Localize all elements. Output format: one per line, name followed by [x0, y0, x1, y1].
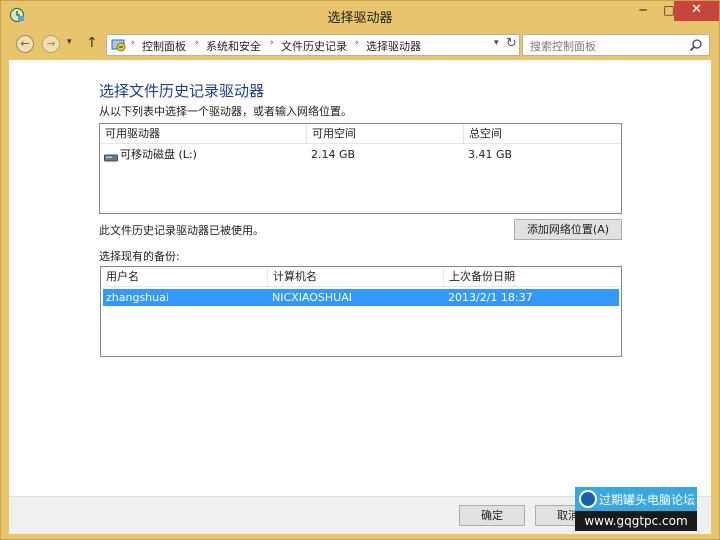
- search-input[interactable]: 搜索控制面板: [522, 34, 710, 56]
- forward-button[interactable]: →: [42, 35, 60, 53]
- backup-computer-name: NICXIAOSHUAI: [272, 291, 352, 304]
- column-header-last-backup-date[interactable]: 上次备份日期: [443, 267, 621, 286]
- column-header-free-space[interactable]: 可用空间: [306, 124, 463, 143]
- breadcrumb-control-panel[interactable]: 控制面板: [142, 38, 186, 54]
- address-bar[interactable]: › 控制面板 › 系统和安全 › 文件历史记录 › 选择驱动器 ▾ ↻: [106, 34, 520, 56]
- watermark-brand: 过期罐头电脑论坛: [599, 493, 696, 507]
- window: 选择驱动器 ─ □ ✕ ← → ▾ ↑ › 控制面板 › 系统和安全 › 文件历…: [0, 0, 720, 540]
- breadcrumb-system-security[interactable]: 系统和安全: [206, 38, 261, 54]
- page-description: 从以下列表中选择一个驱动器，或者输入网络位置。: [99, 105, 352, 118]
- column-header-available-drives[interactable]: 可用驱动器: [100, 124, 306, 143]
- search-placeholder: 搜索控制面板: [530, 40, 596, 53]
- drive-status-text: 此文件历史记录驱动器已被使用。: [99, 224, 264, 237]
- close-button[interactable]: ✕: [674, 1, 719, 21]
- backup-username: zhangshuai: [106, 291, 169, 304]
- drive-free-space: 2.14 GB: [311, 148, 356, 161]
- breadcrumb-separator[interactable]: ›: [270, 38, 274, 48]
- column-header-total-space[interactable]: 总空间: [463, 124, 621, 143]
- ok-button[interactable]: 确定: [459, 505, 525, 526]
- breadcrumb-file-history[interactable]: 文件历史记录: [281, 38, 347, 54]
- recent-locations-button[interactable]: ▾: [67, 37, 72, 47]
- backup-date: 2013/2/1 18:37: [448, 291, 533, 304]
- search-icon[interactable]: [689, 38, 703, 52]
- address-dropdown-button[interactable]: ▾: [494, 38, 499, 48]
- removable-drive-icon: [104, 150, 118, 162]
- main-content: 选择文件历史记录驱动器 从以下列表中选择一个驱动器，或者输入网络位置。 可用驱动…: [9, 60, 711, 496]
- drives-list[interactable]: 可用驱动器 可用空间 总空间 可移动磁盘 (L:) 2.14 GB 3.41 G…: [99, 123, 622, 214]
- watermark-logo-icon: [579, 490, 597, 508]
- backups-list-header: 用户名 计算机名 上次备份日期: [101, 267, 621, 287]
- page-heading: 选择文件历史记录驱动器: [99, 82, 265, 100]
- drive-name: 可移动磁盘 (L:): [120, 148, 197, 161]
- watermark-url: www.gqgtpc.com: [575, 511, 697, 531]
- up-button[interactable]: ↑: [86, 35, 98, 51]
- navigation-bar: ← → ▾ ↑ › 控制面板 › 系统和安全 › 文件历史记录 › 选择驱动器 …: [9, 32, 711, 58]
- watermark-banner: 过期罐头电脑论坛: [575, 487, 697, 511]
- breadcrumb-select-drive[interactable]: 选择驱动器: [366, 38, 421, 54]
- back-button[interactable]: ←: [16, 35, 34, 53]
- minimize-button[interactable]: ─: [630, 1, 656, 21]
- backups-list[interactable]: 用户名 计算机名 上次备份日期 zhangshuai NICXIAOSHUAI …: [100, 266, 622, 357]
- refresh-button[interactable]: ↻: [506, 36, 517, 51]
- breadcrumb-separator[interactable]: ›: [355, 38, 359, 48]
- backup-row[interactable]: zhangshuai NICXIAOSHUAI 2013/2/1 18:37: [103, 289, 619, 306]
- site-watermark: 过期罐头电脑论坛 www.gqgtpc.com: [575, 487, 697, 535]
- drives-list-header: 可用驱动器 可用空间 总空间: [100, 124, 621, 144]
- drive-row[interactable]: 可移动磁盘 (L:) 2.14 GB 3.41 GB: [102, 146, 619, 163]
- column-header-computer-name[interactable]: 计算机名: [267, 267, 443, 286]
- drive-total-space: 3.41 GB: [468, 148, 513, 161]
- control-panel-icon: [111, 37, 127, 53]
- add-network-location-button[interactable]: 添加网络位置(A): [514, 219, 622, 240]
- column-header-username[interactable]: 用户名: [101, 267, 267, 286]
- existing-backup-label: 选择现有的备份:: [99, 250, 180, 263]
- title-bar: 选择驱动器 ─ □ ✕: [1, 1, 719, 30]
- breadcrumb-separator[interactable]: ›: [195, 38, 199, 48]
- window-title: 选择驱动器: [327, 11, 393, 26]
- breadcrumb-separator: ›: [131, 38, 135, 48]
